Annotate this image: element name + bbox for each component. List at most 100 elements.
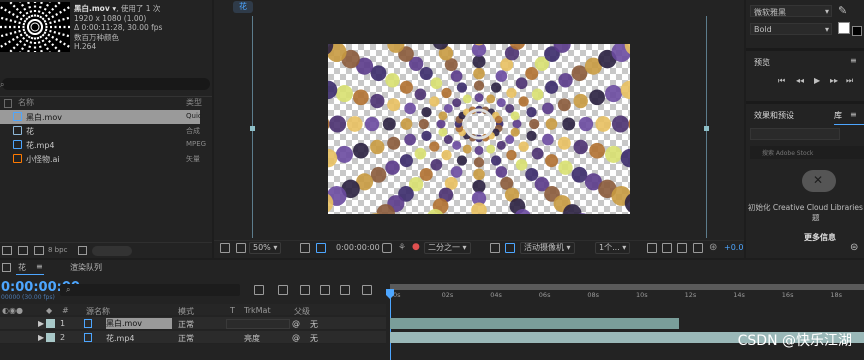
settings-icon[interactable] <box>34 246 44 255</box>
column-name-header[interactable]: 名称 <box>18 97 34 109</box>
fast-preview-icon[interactable] <box>662 243 672 253</box>
project-item-row[interactable]: 花.mp4 MPEG <box>0 138 206 152</box>
resolution-dropdown[interactable]: 二分之一 ▾ <box>424 242 471 254</box>
camera-value: 活动摄像机 <box>524 243 564 252</box>
av-features-icon[interactable]: ◐◉● <box>2 306 23 315</box>
parent-header[interactable]: 父级 <box>294 306 310 317</box>
bokeh-dot <box>404 133 416 146</box>
project-search-input[interactable] <box>2 78 210 90</box>
flowchart-icon[interactable] <box>693 243 703 253</box>
font-family-dropdown[interactable]: 微软雅黑 ▾ <box>750 5 832 17</box>
camera-snapshot-icon[interactable] <box>382 243 392 253</box>
graph-editor-icon[interactable] <box>362 285 372 295</box>
preview-panel-title[interactable]: 预览 <box>754 57 770 68</box>
new-comp-icon[interactable] <box>18 246 28 255</box>
shy-layers-icon[interactable] <box>300 285 310 295</box>
source-name-header[interactable]: 源名称 <box>86 306 110 317</box>
stock-search-input[interactable]: 搜索 Adobe Stock <box>750 146 864 159</box>
layer-name[interactable]: 黑白.mov <box>106 318 172 329</box>
close-tab-icon[interactable] <box>2 263 11 272</box>
layer-number[interactable]: 2 <box>60 333 65 342</box>
mode-dropdown[interactable]: 正常 <box>178 333 194 344</box>
grid-icon[interactable] <box>300 243 310 253</box>
tab-timeline-flower[interactable]: 花 <box>18 262 26 273</box>
mode-header[interactable]: 模式 <box>178 306 194 317</box>
folder-icon[interactable] <box>2 246 12 255</box>
expand-chevron-icon[interactable]: ▶ <box>38 333 44 342</box>
layer-type-icon[interactable] <box>84 333 92 342</box>
sync-icon[interactable]: ⊜ <box>850 242 858 253</box>
parent-dropdown[interactable]: 无 <box>310 319 318 330</box>
snapshot-preview-icon[interactable] <box>220 243 230 253</box>
parent-dropdown[interactable]: 无 <box>310 333 318 344</box>
layer-number[interactable]: 1 <box>60 319 65 328</box>
trkmat-dropdown[interactable]: 亮度 <box>244 333 260 344</box>
tab-comp-flower[interactable]: 花 <box>233 1 253 13</box>
panel-menu-icon[interactable]: ≡ <box>36 262 43 271</box>
draft-3d-icon[interactable] <box>278 285 288 295</box>
bokeh-dot <box>387 136 401 150</box>
bpc-label[interactable]: 8 bpc <box>48 246 67 254</box>
label-column-icon[interactable] <box>4 99 12 108</box>
viewer-timecode[interactable]: 0:00:00:00 <box>336 243 380 252</box>
exposure-value[interactable]: +0.0 <box>724 243 743 252</box>
layer-duration-bar[interactable] <box>390 318 680 329</box>
label-color-swatch[interactable] <box>46 319 55 328</box>
region-icon[interactable] <box>316 243 326 253</box>
parent-pickwhip-icon[interactable]: @ <box>292 333 300 342</box>
trash-icon[interactable] <box>78 246 87 255</box>
camera-dropdown[interactable]: 活动摄像机 ▾ <box>520 242 575 254</box>
project-item-row[interactable]: 花 合成 <box>0 124 200 138</box>
composition-canvas[interactable] <box>328 44 630 214</box>
panel-menu-icon[interactable]: ≡ <box>850 56 857 65</box>
trkmat-header[interactable]: TrkMat <box>244 306 271 315</box>
thumbnail-slider[interactable] <box>92 246 132 256</box>
panel-menu-icon[interactable]: ≡ <box>850 110 857 119</box>
library-select-dropdown[interactable] <box>750 128 840 140</box>
motion-blur-icon[interactable] <box>340 285 350 295</box>
effects-presets-tab[interactable]: 效果和预设 <box>754 110 794 121</box>
work-area-bar[interactable] <box>390 284 864 290</box>
guide-handle-right[interactable] <box>704 126 709 131</box>
t-header[interactable]: T <box>230 306 235 315</box>
mode-dropdown[interactable]: 正常 <box>178 319 194 330</box>
play-icon[interactable]: ▶ <box>814 76 820 85</box>
last-frame-icon[interactable]: ⏭ <box>846 76 853 86</box>
project-item-row[interactable]: 黑白.mov Quic <box>0 110 202 124</box>
item-name-text[interactable]: 黑白.mov ▾ <box>74 4 116 13</box>
label-column-icon[interactable]: ◆ <box>46 306 52 315</box>
timeline-icon[interactable] <box>677 243 687 253</box>
column-type-header[interactable]: 类型 <box>186 97 202 109</box>
layer-type-icon[interactable] <box>84 319 92 328</box>
project-item-row[interactable]: 小怪物.ai 矢量 <box>0 152 200 166</box>
fill-color-swatch[interactable] <box>838 22 850 34</box>
channel-icon[interactable]: ● <box>412 242 420 252</box>
bokeh-dot <box>421 130 432 142</box>
more-info-link[interactable]: 更多信息 <box>804 232 836 243</box>
first-frame-icon[interactable]: ⏮ <box>778 76 785 86</box>
display-icon[interactable] <box>236 243 246 253</box>
trkmat-dropdown[interactable] <box>226 319 290 329</box>
library-tab[interactable]: 库 <box>834 110 842 121</box>
tab-render-queue[interactable]: 渲染队列 <box>70 262 102 273</box>
guide-handle-left[interactable] <box>250 126 255 131</box>
layer-name[interactable]: 花.mp4 <box>106 333 135 344</box>
expand-chevron-icon[interactable]: ▶ <box>38 319 44 328</box>
comp-mini-flow-icon[interactable] <box>254 285 264 295</box>
eyedropper-icon[interactable]: ✎ <box>838 4 847 17</box>
show-snapshot-icon[interactable]: ⚘ <box>398 243 406 253</box>
toggle-pixel-icon[interactable] <box>647 243 657 253</box>
next-frame-icon[interactable]: ▸▸ <box>830 76 838 85</box>
parent-pickwhip-icon[interactable]: @ <box>292 319 300 328</box>
exposure-reset-icon[interactable]: ⊛ <box>709 242 717 253</box>
roi-icon[interactable] <box>490 243 500 253</box>
zoom-dropdown[interactable]: 50% ▾ <box>249 242 282 254</box>
layer-search-input[interactable]: ⌕ <box>60 284 240 296</box>
prev-frame-icon[interactable]: ◂◂ <box>796 76 804 85</box>
transparency-grid-icon[interactable] <box>505 243 515 253</box>
stroke-color-swatch[interactable] <box>852 26 862 36</box>
frame-blending-icon[interactable] <box>320 285 330 295</box>
views-dropdown[interactable]: 1个... ▾ <box>595 242 631 254</box>
label-color-swatch[interactable] <box>46 333 55 342</box>
font-style-dropdown[interactable]: Bold ▾ <box>750 23 832 35</box>
